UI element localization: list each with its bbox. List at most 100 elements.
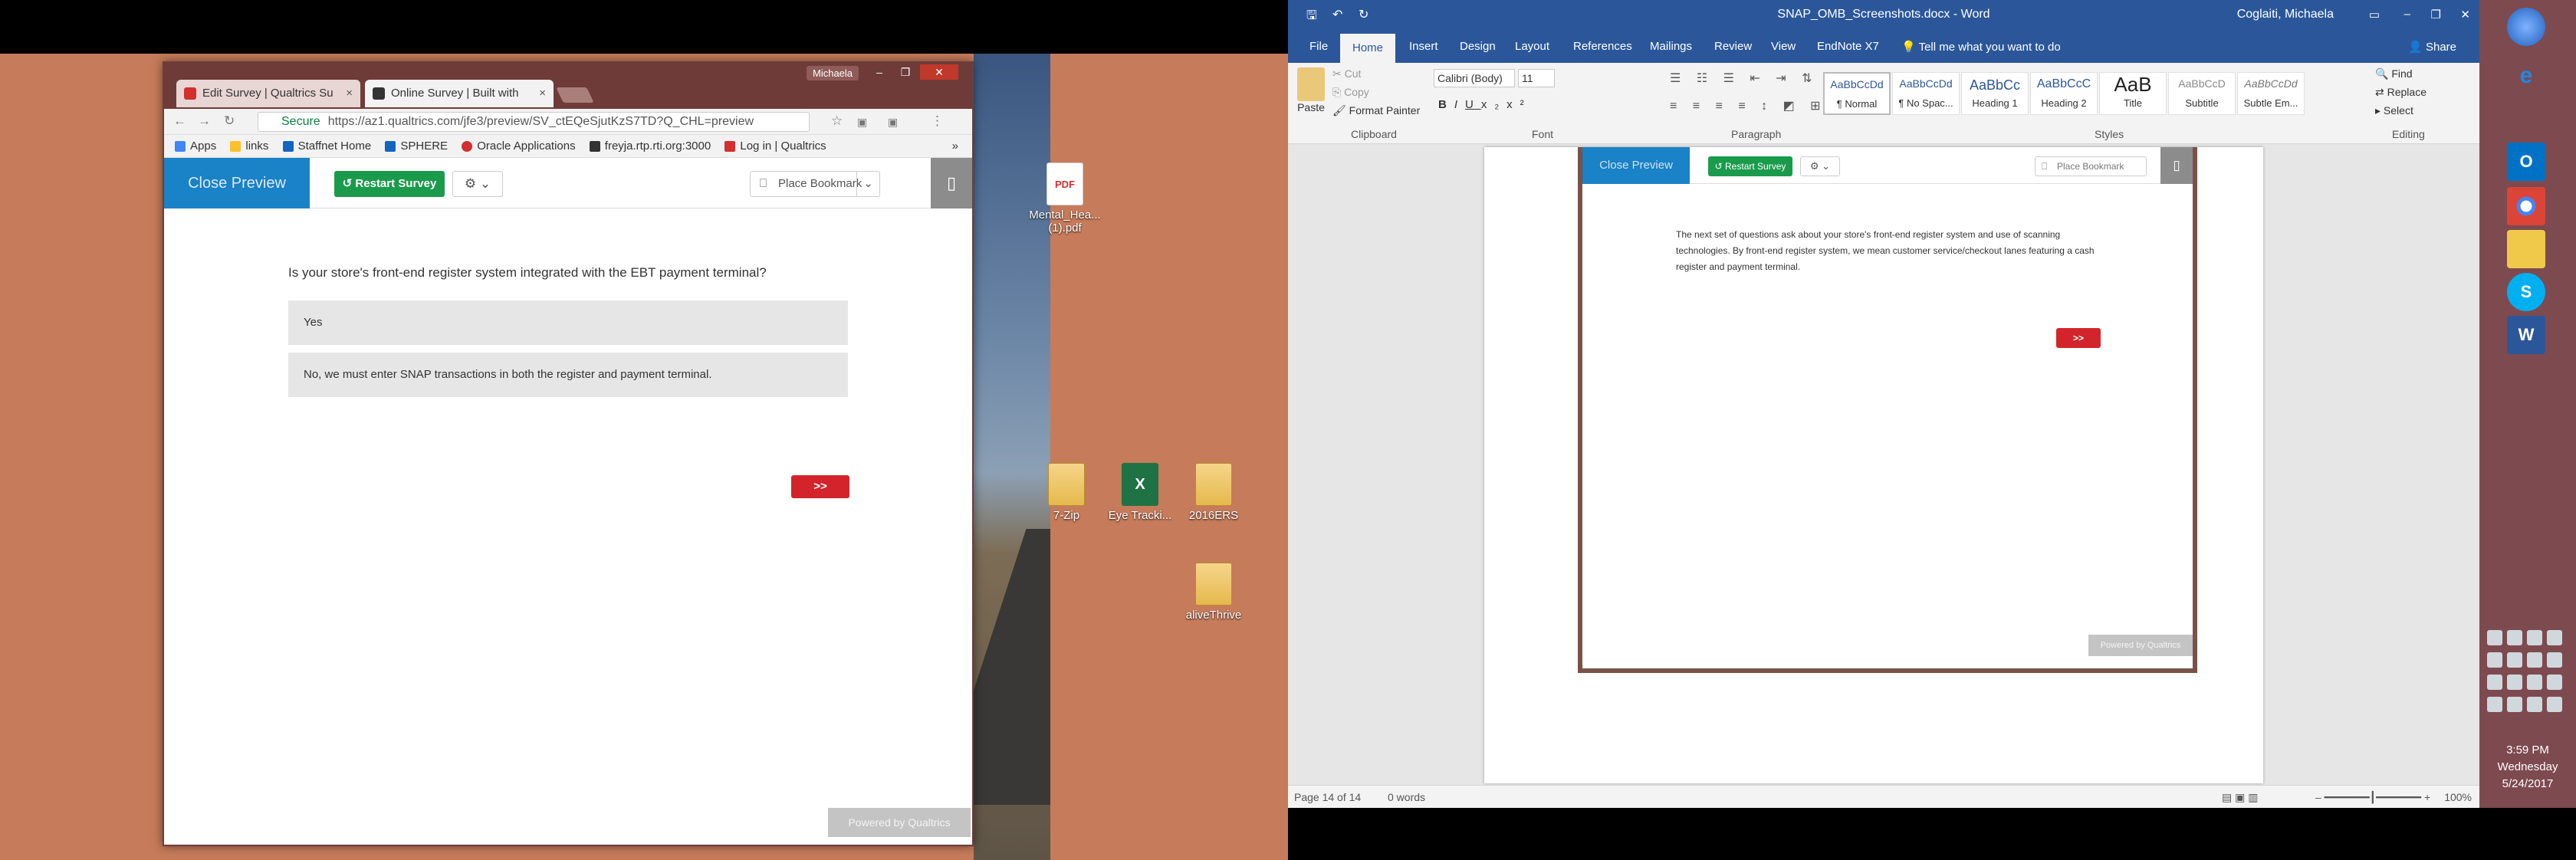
place-bookmark-button[interactable]: ⎕ Place Bookmark ⌄ [750,171,880,197]
powered-by-qualtrics[interactable]: Powered by Qualtrics [828,808,971,837]
style-subtitle[interactable]: AaBbCcD Subtitle [2168,72,2236,115]
tab-endnote[interactable]: EndNote X7 [1817,40,1879,53]
tab-home[interactable]: Home [1340,34,1395,63]
format-painter-button[interactable]: 🖌 Format Painter [1332,104,1420,117]
document-page[interactable]: Close Preview ↺ Restart Survey ⚙ ⌄ ⎕ Pla… [1484,147,2263,783]
qualtrics-icon [184,87,196,100]
tab-file[interactable]: File [1309,40,1328,53]
chrome-titlebar: Edit Survey | Qualtrics Su × Online Surv… [164,63,972,109]
settings-gear-button[interactable]: ⚙ ⌄ [452,171,503,197]
chevron-down-icon[interactable]: ⌄ [856,172,879,196]
tab-edit-survey[interactable]: Edit Survey | Qualtrics Su × [176,80,360,107]
style-normal[interactable]: AaBbCcDd ¶ Normal [1823,72,1891,115]
desktop-icon-alivethrive[interactable]: aliveThrive [1171,563,1256,622]
menu-icon[interactable]: ⋮ [931,113,944,129]
zoom-level[interactable]: 100% [2444,786,2472,809]
tab-mailings[interactable]: Mailings [1650,40,1692,53]
tab-review[interactable]: Review [1714,40,1752,53]
chrome-user-profile[interactable]: Michaela [807,66,859,80]
style-heading-1[interactable]: AaBbCc Heading 1 [1961,72,2029,115]
page-count[interactable]: Page 14 of 14 [1294,786,1361,809]
alignment-buttons[interactable]: ≡ ≡ ≡ ≡ ↕ ◩ ⊞ [1670,98,1827,113]
bookmark-qualtrics[interactable]: Log in | Qualtrics [724,135,826,158]
url-input[interactable]: Secure https://az1.qualtrics.com/jfe3/pre… [258,112,810,132]
font-format-buttons[interactable]: BIUx₂x² [1438,98,1532,111]
tab-online-survey[interactable]: Online Survey | Built with × [365,80,554,107]
replace-button[interactable]: ⇄ Replace [2375,86,2426,99]
star-icon[interactable]: ☆ [831,113,843,129]
minimize-icon[interactable]: – [868,64,891,80]
style-name: ¶ Normal [1836,98,1878,110]
desktop-icon-7zip[interactable]: 7-Zip [1024,463,1109,522]
close-window-icon[interactable]: ✕ [2460,8,2470,21]
font-name-select[interactable]: Calibri (Body) [1434,69,1515,87]
copy-button[interactable]: ⎘ Copy [1332,86,1369,99]
bookmark-freyja[interactable]: freyja.rtp.rti.org:3000 [589,135,711,158]
outlook-icon[interactable]: O [2507,143,2545,181]
bookmarks-overflow[interactable]: » [952,135,958,158]
cut-label: Cut [1344,67,1362,80]
next-button[interactable]: >> [791,475,849,498]
paragraph-buttons[interactable]: ☰ ☷ ☰ ⇤ ⇥ ⇅ ¶ [1670,71,1841,86]
minimize-icon[interactable]: – [2404,8,2410,21]
tab-insert[interactable]: Insert [1409,40,1438,53]
style-name: Title [2123,97,2143,109]
zoom-slider[interactable]: – ━━━━━━━┃━━━━━━━ + [2315,786,2430,809]
preview-toolbar: Close Preview ↺ Restart Survey ⚙ ⌄ ⎕ Pla… [1582,147,2193,184]
extension-icon[interactable]: ▣ [888,116,898,129]
tab-design[interactable]: Design [1460,40,1496,53]
desktop-icon-eye-tracking[interactable]: X Eye Tracki... [1098,463,1182,522]
restart-survey-button[interactable]: ↺ Restart Survey [334,171,445,197]
internet-explorer-icon[interactable]: e [2507,57,2545,95]
embedded-survey-screenshot: Close Preview ↺ Restart Survey ⚙ ⌄ ⎕ Pla… [1578,147,2197,673]
file-explorer-icon[interactable] [2507,230,2545,268]
system-tray[interactable] [2487,630,2571,714]
tab-references[interactable]: References [1573,40,1632,53]
bookmark-staffnet[interactable]: Staffnet Home [282,135,371,158]
style-title[interactable]: AaB Title [2099,72,2167,115]
maximize-icon[interactable]: ❐ [2431,8,2441,21]
paste-button[interactable]: Paste [1297,67,1325,113]
bookmark-oracle[interactable]: Oracle Applications [462,135,576,158]
start-icon[interactable] [2507,8,2545,46]
system-clock[interactable]: 3:59 PM Wednesday 5/24/2017 [2479,742,2576,793]
view-buttons[interactable]: ▤ ▣ ▥ [2222,786,2258,809]
bookmark-sphere[interactable]: SPHERE [385,135,448,158]
font-size-select[interactable]: 11 [1518,69,1555,87]
desktop-icon-2016ers[interactable]: 2016ERS [1171,463,1256,522]
style-heading-2[interactable]: AaBbCcC Heading 2 [2030,72,2098,115]
bookmark-icon: ⎕ [760,177,767,190]
style-no-spacing[interactable]: AaBbCcDd ¶ No Spac... [1892,72,1960,115]
cut-button[interactable]: ✂ Cut [1332,67,1361,80]
skype-icon[interactable]: S [2507,273,2545,311]
close-tab-icon[interactable]: × [539,80,546,107]
bookmark-links[interactable]: links [230,135,268,158]
mobile-preview-icon[interactable]: ▯ [931,158,972,208]
reload-icon[interactable]: ↻ [224,113,235,129]
bookmark-apps[interactable]: Apps [175,135,216,158]
tab-layout[interactable]: Layout [1515,40,1549,53]
maximize-icon[interactable]: ❐ [894,64,917,80]
close-window-icon[interactable]: ✕ [920,64,958,80]
choice-yes[interactable]: Yes [288,300,848,345]
tab-label: Online Survey | Built with [391,87,519,100]
desktop-icon-mental-health-pdf[interactable]: PDF Mental_Hea... (1).pdf [1023,162,1107,235]
style-subtle-emphasis[interactable]: AaBbCcDd Subtle Em... [2237,72,2305,115]
choice-no[interactable]: No, we must enter SNAP transactions in b… [288,353,848,397]
new-tab-button[interactable] [556,87,594,103]
forward-icon[interactable]: → [198,113,211,129]
close-preview-button[interactable]: Close Preview [164,158,310,208]
select-button[interactable]: ▸ Select [2375,104,2413,117]
back-icon[interactable]: ← [173,113,186,129]
extension-icon[interactable]: ▣ [857,116,867,129]
close-tab-icon[interactable]: × [346,80,353,107]
chrome-icon[interactable] [2507,187,2545,225]
tell-me-search[interactable]: 💡 Tell me what you want to do [1901,40,2061,54]
word-icon[interactable]: W [2507,316,2545,354]
tab-view[interactable]: View [1771,40,1796,53]
share-button[interactable]: 👤 Share [2408,40,2456,54]
ribbon-display-icon[interactable]: ▭ [2369,8,2380,21]
find-button[interactable]: 🔍 Find [2375,67,2413,80]
word-count[interactable]: 0 words [1388,786,1425,809]
account-name[interactable]: Coglaiti, Michaela [2237,8,2334,21]
